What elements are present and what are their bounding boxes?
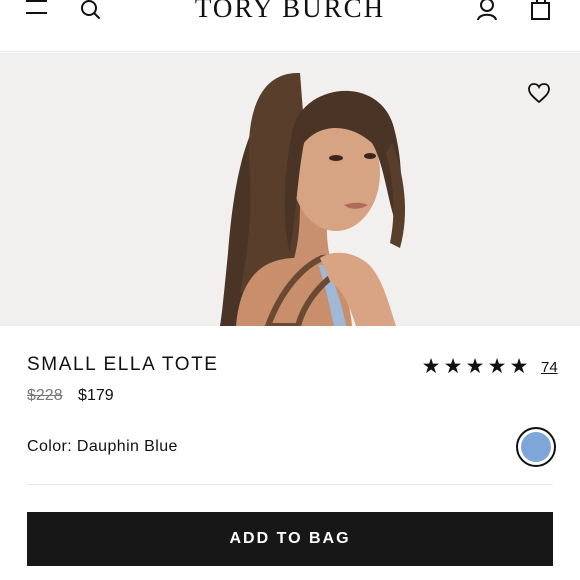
heart-icon[interactable] <box>527 82 551 104</box>
model-photo <box>0 53 580 326</box>
swatch-fill <box>521 432 551 462</box>
rating-stars[interactable]: ★ ★ ★ ★ ★ 74 <box>421 356 558 378</box>
review-count-link[interactable]: 74 <box>541 359 558 376</box>
site-header: TORY BURCH <box>0 0 580 52</box>
price-row: $228 $179 <box>27 387 114 405</box>
star-icon: ★ <box>487 355 507 378</box>
star-icon: ★ <box>443 355 463 378</box>
color-label: Color: Dauphin Blue <box>27 438 178 455</box>
star-icon: ★ <box>421 355 441 378</box>
product-hero-image <box>0 53 580 326</box>
divider <box>27 484 553 485</box>
star-icon: ★ <box>509 355 529 378</box>
add-to-bag-button[interactable]: ADD TO BAG <box>27 512 553 566</box>
shopping-bag-icon[interactable] <box>530 0 552 22</box>
account-icon[interactable] <box>476 0 498 22</box>
product-title: SMALL ELLA TOTE <box>27 354 219 375</box>
original-price: $228 <box>27 387 63 404</box>
star-icon: ★ <box>465 355 485 378</box>
sale-price: $179 <box>78 387 114 404</box>
color-swatch-dauphin-blue[interactable] <box>516 427 556 467</box>
